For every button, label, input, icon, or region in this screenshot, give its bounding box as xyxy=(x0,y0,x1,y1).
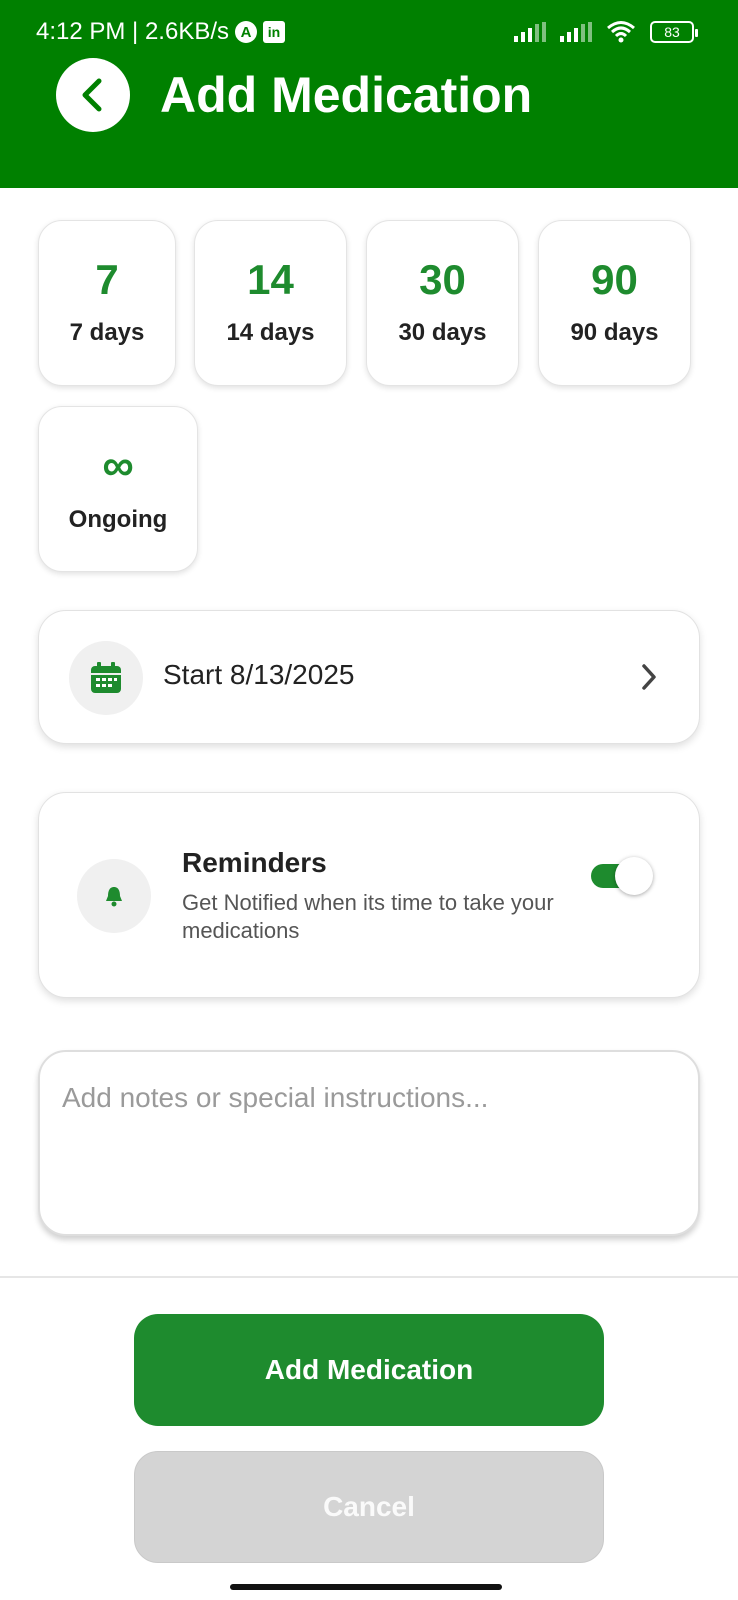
wifi-icon xyxy=(607,21,635,43)
duration-label: 30 days xyxy=(398,319,487,346)
duration-value: 14 xyxy=(247,256,294,303)
reminders-toggle[interactable] xyxy=(591,857,653,895)
reminders-card: Reminders Get Notified when its time to … xyxy=(38,792,700,998)
signal-icon-2 xyxy=(560,22,592,42)
page-title: Add Medication xyxy=(160,67,533,123)
reminders-title: Reminders xyxy=(182,847,327,878)
linkedin-icon: in xyxy=(263,21,285,43)
duration-label: 14 days xyxy=(226,319,315,346)
cancel-button[interactable]: Cancel xyxy=(134,1451,604,1563)
duration-value: 7 xyxy=(95,256,119,303)
start-date-card[interactable]: Start 8/13/2025 xyxy=(38,610,700,744)
battery-icon: 83 xyxy=(650,21,698,43)
duration-value: 30 xyxy=(419,256,466,303)
status-left: 4:12 PM | 2.6KB/s A in xyxy=(36,18,285,46)
home-indicator[interactable] xyxy=(230,1584,502,1590)
duration-label: Ongoing xyxy=(68,506,168,533)
footer-divider xyxy=(0,1276,738,1278)
status-bar: 4:12 PM | 2.6KB/s A in 83 xyxy=(0,0,738,64)
start-date-label: Start 8/13/2025 xyxy=(163,659,355,690)
battery-level: 83 xyxy=(664,24,680,40)
signal-icon xyxy=(514,22,546,42)
duration-label: 90 days xyxy=(570,319,659,346)
add-medication-button[interactable]: Add Medication xyxy=(134,1314,604,1426)
status-time-speed: 4:12 PM | 2.6KB/s xyxy=(36,18,229,45)
chevron-left-icon xyxy=(82,78,102,112)
duration-value: 90 xyxy=(591,256,638,303)
duration-option-7[interactable]: 7 7 days xyxy=(38,220,176,386)
chevron-right-icon xyxy=(642,664,656,690)
bell-icon xyxy=(106,887,122,907)
duration-label: 7 days xyxy=(69,319,145,346)
duration-option-30[interactable]: 30 30 days xyxy=(366,220,519,386)
duration-option-ongoing[interactable]: ∞ Ongoing xyxy=(38,406,198,572)
app-header: 4:12 PM | 2.6KB/s A in 83 Add Medication xyxy=(0,0,738,188)
back-button[interactable] xyxy=(56,58,130,132)
notes-input[interactable]: Add notes or special instructions... xyxy=(38,1050,700,1236)
app-notification-icon: A xyxy=(235,21,257,43)
bell-icon-circle xyxy=(77,859,151,933)
duration-option-14[interactable]: 14 14 days xyxy=(194,220,347,386)
status-right: 83 xyxy=(514,20,698,44)
infinity-icon: ∞ xyxy=(102,441,134,490)
calendar-icon xyxy=(91,662,121,693)
calendar-icon-circle xyxy=(69,641,143,715)
duration-option-90[interactable]: 90 90 days xyxy=(538,220,691,386)
toggle-knob xyxy=(615,857,653,895)
reminders-description: Get Notified when its time to take your … xyxy=(182,890,554,943)
